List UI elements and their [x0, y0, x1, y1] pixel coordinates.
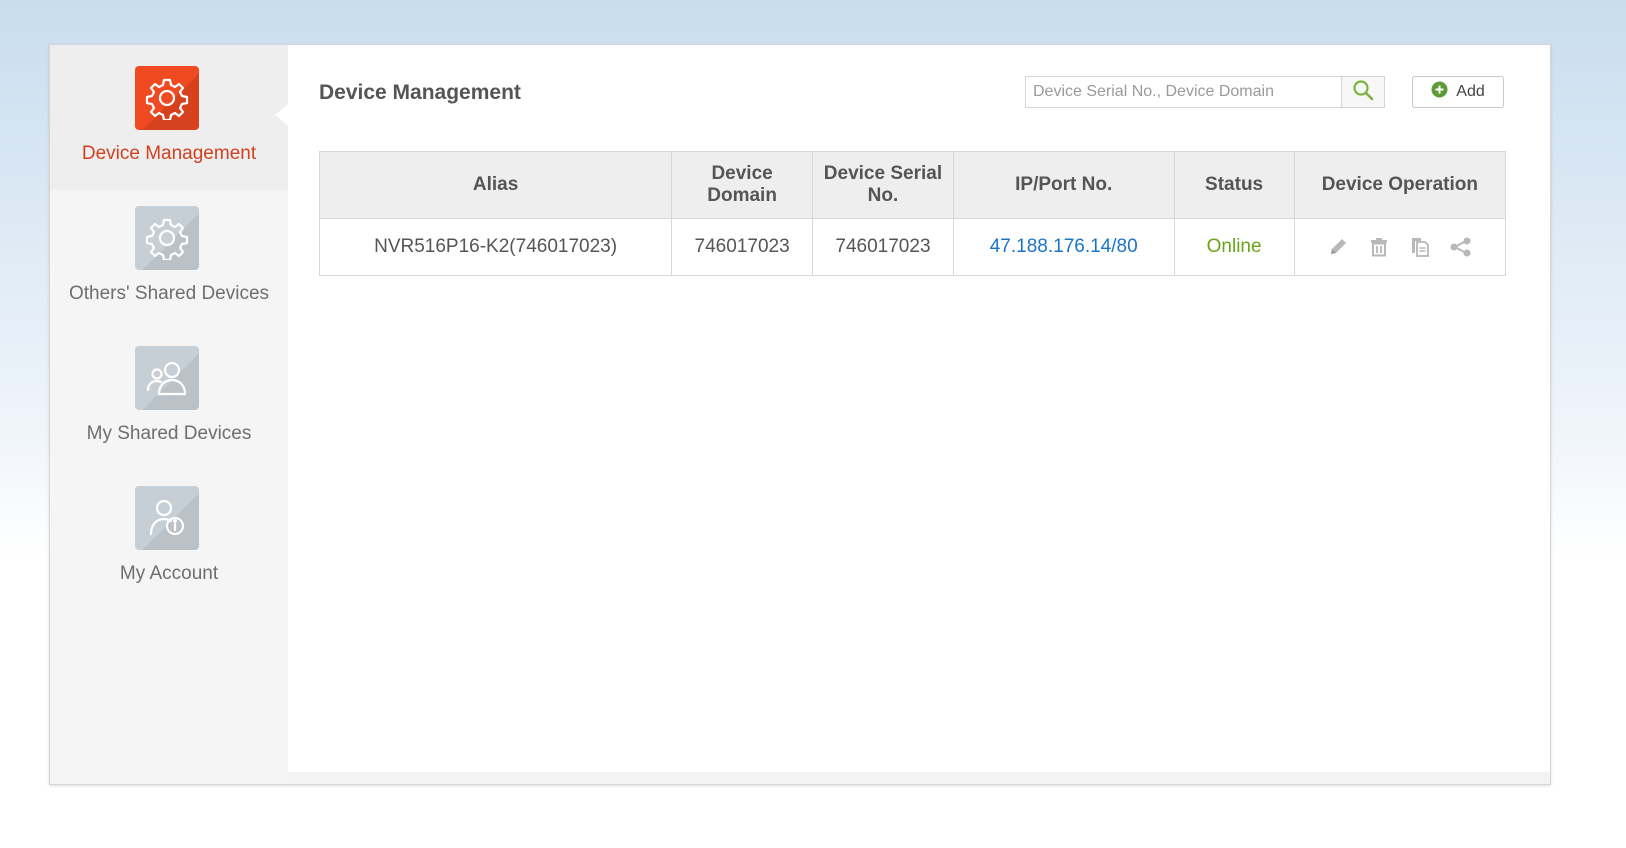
- column-header-device-serial: Device Serial No.: [812, 151, 954, 219]
- cell-alias: NVR516P16-K2(746017023): [318, 218, 673, 276]
- share-icon[interactable]: [1449, 235, 1473, 259]
- users-icon: [135, 346, 199, 410]
- ip-port-link[interactable]: 47.188.176.14/80: [990, 236, 1138, 257]
- table-row: NVR516P16-K2(746017023) 746017023 746017…: [318, 218, 1507, 276]
- gear-icon: [135, 66, 199, 130]
- cell-device-serial: 746017023: [812, 218, 954, 276]
- search-input[interactable]: [1026, 77, 1342, 107]
- sidebar: Device Management Others' Shared Devices: [50, 45, 289, 784]
- edit-icon[interactable]: [1326, 235, 1350, 259]
- plus-circle-icon: [1431, 81, 1448, 103]
- device-table: Alias Device Domain Device Serial No. IP…: [318, 151, 1507, 276]
- column-header-device-domain: Device Domain: [671, 151, 814, 219]
- cell-device-operation: [1293, 218, 1507, 276]
- add-device-button[interactable]: Add: [1412, 76, 1504, 108]
- sidebar-item-label: Device Management: [81, 143, 257, 164]
- content-footer-strip: [288, 772, 1550, 784]
- copy-icon[interactable]: [1408, 235, 1432, 259]
- cell-status: Online: [1173, 218, 1295, 276]
- page-title: Device Management: [319, 81, 521, 104]
- column-header-status: Status: [1173, 151, 1295, 219]
- column-header-label: Device Domain: [707, 163, 777, 206]
- search-icon: [1352, 79, 1374, 106]
- sidebar-item-label: My Account: [119, 563, 219, 584]
- search-box: [1025, 76, 1385, 108]
- cell-device-domain: 746017023: [671, 218, 814, 276]
- table-header-row: Alias Device Domain Device Serial No. IP…: [318, 151, 1507, 219]
- sidebar-item-label: Others' Shared Devices: [68, 283, 270, 304]
- column-header-device-operation: Device Operation: [1293, 151, 1507, 219]
- main-panel: Device Management Others' Shared Devices: [49, 44, 1551, 785]
- column-header-label: Device Serial No.: [823, 163, 943, 206]
- add-button-label: Add: [1456, 83, 1485, 100]
- sidebar-item-device-management[interactable]: Device Management: [50, 45, 289, 190]
- sidebar-item-my-shared-devices[interactable]: My Shared Devices: [50, 325, 288, 470]
- sidebar-item-label: My Shared Devices: [86, 423, 252, 444]
- gear-icon: [135, 206, 199, 270]
- user-info-icon: [135, 486, 199, 550]
- status-badge: Online: [1206, 236, 1262, 257]
- sidebar-item-others-shared-devices[interactable]: Others' Shared Devices: [50, 185, 288, 330]
- cell-ip-port: 47.188.176.14/80: [952, 218, 1175, 276]
- content-area: Device Management Add: [288, 45, 1550, 772]
- column-header-alias: Alias: [318, 151, 673, 219]
- sidebar-item-my-account[interactable]: My Account: [50, 465, 288, 610]
- search-button[interactable]: [1341, 77, 1384, 107]
- column-header-ip-port: IP/Port No.: [952, 151, 1175, 219]
- delete-icon[interactable]: [1367, 235, 1391, 259]
